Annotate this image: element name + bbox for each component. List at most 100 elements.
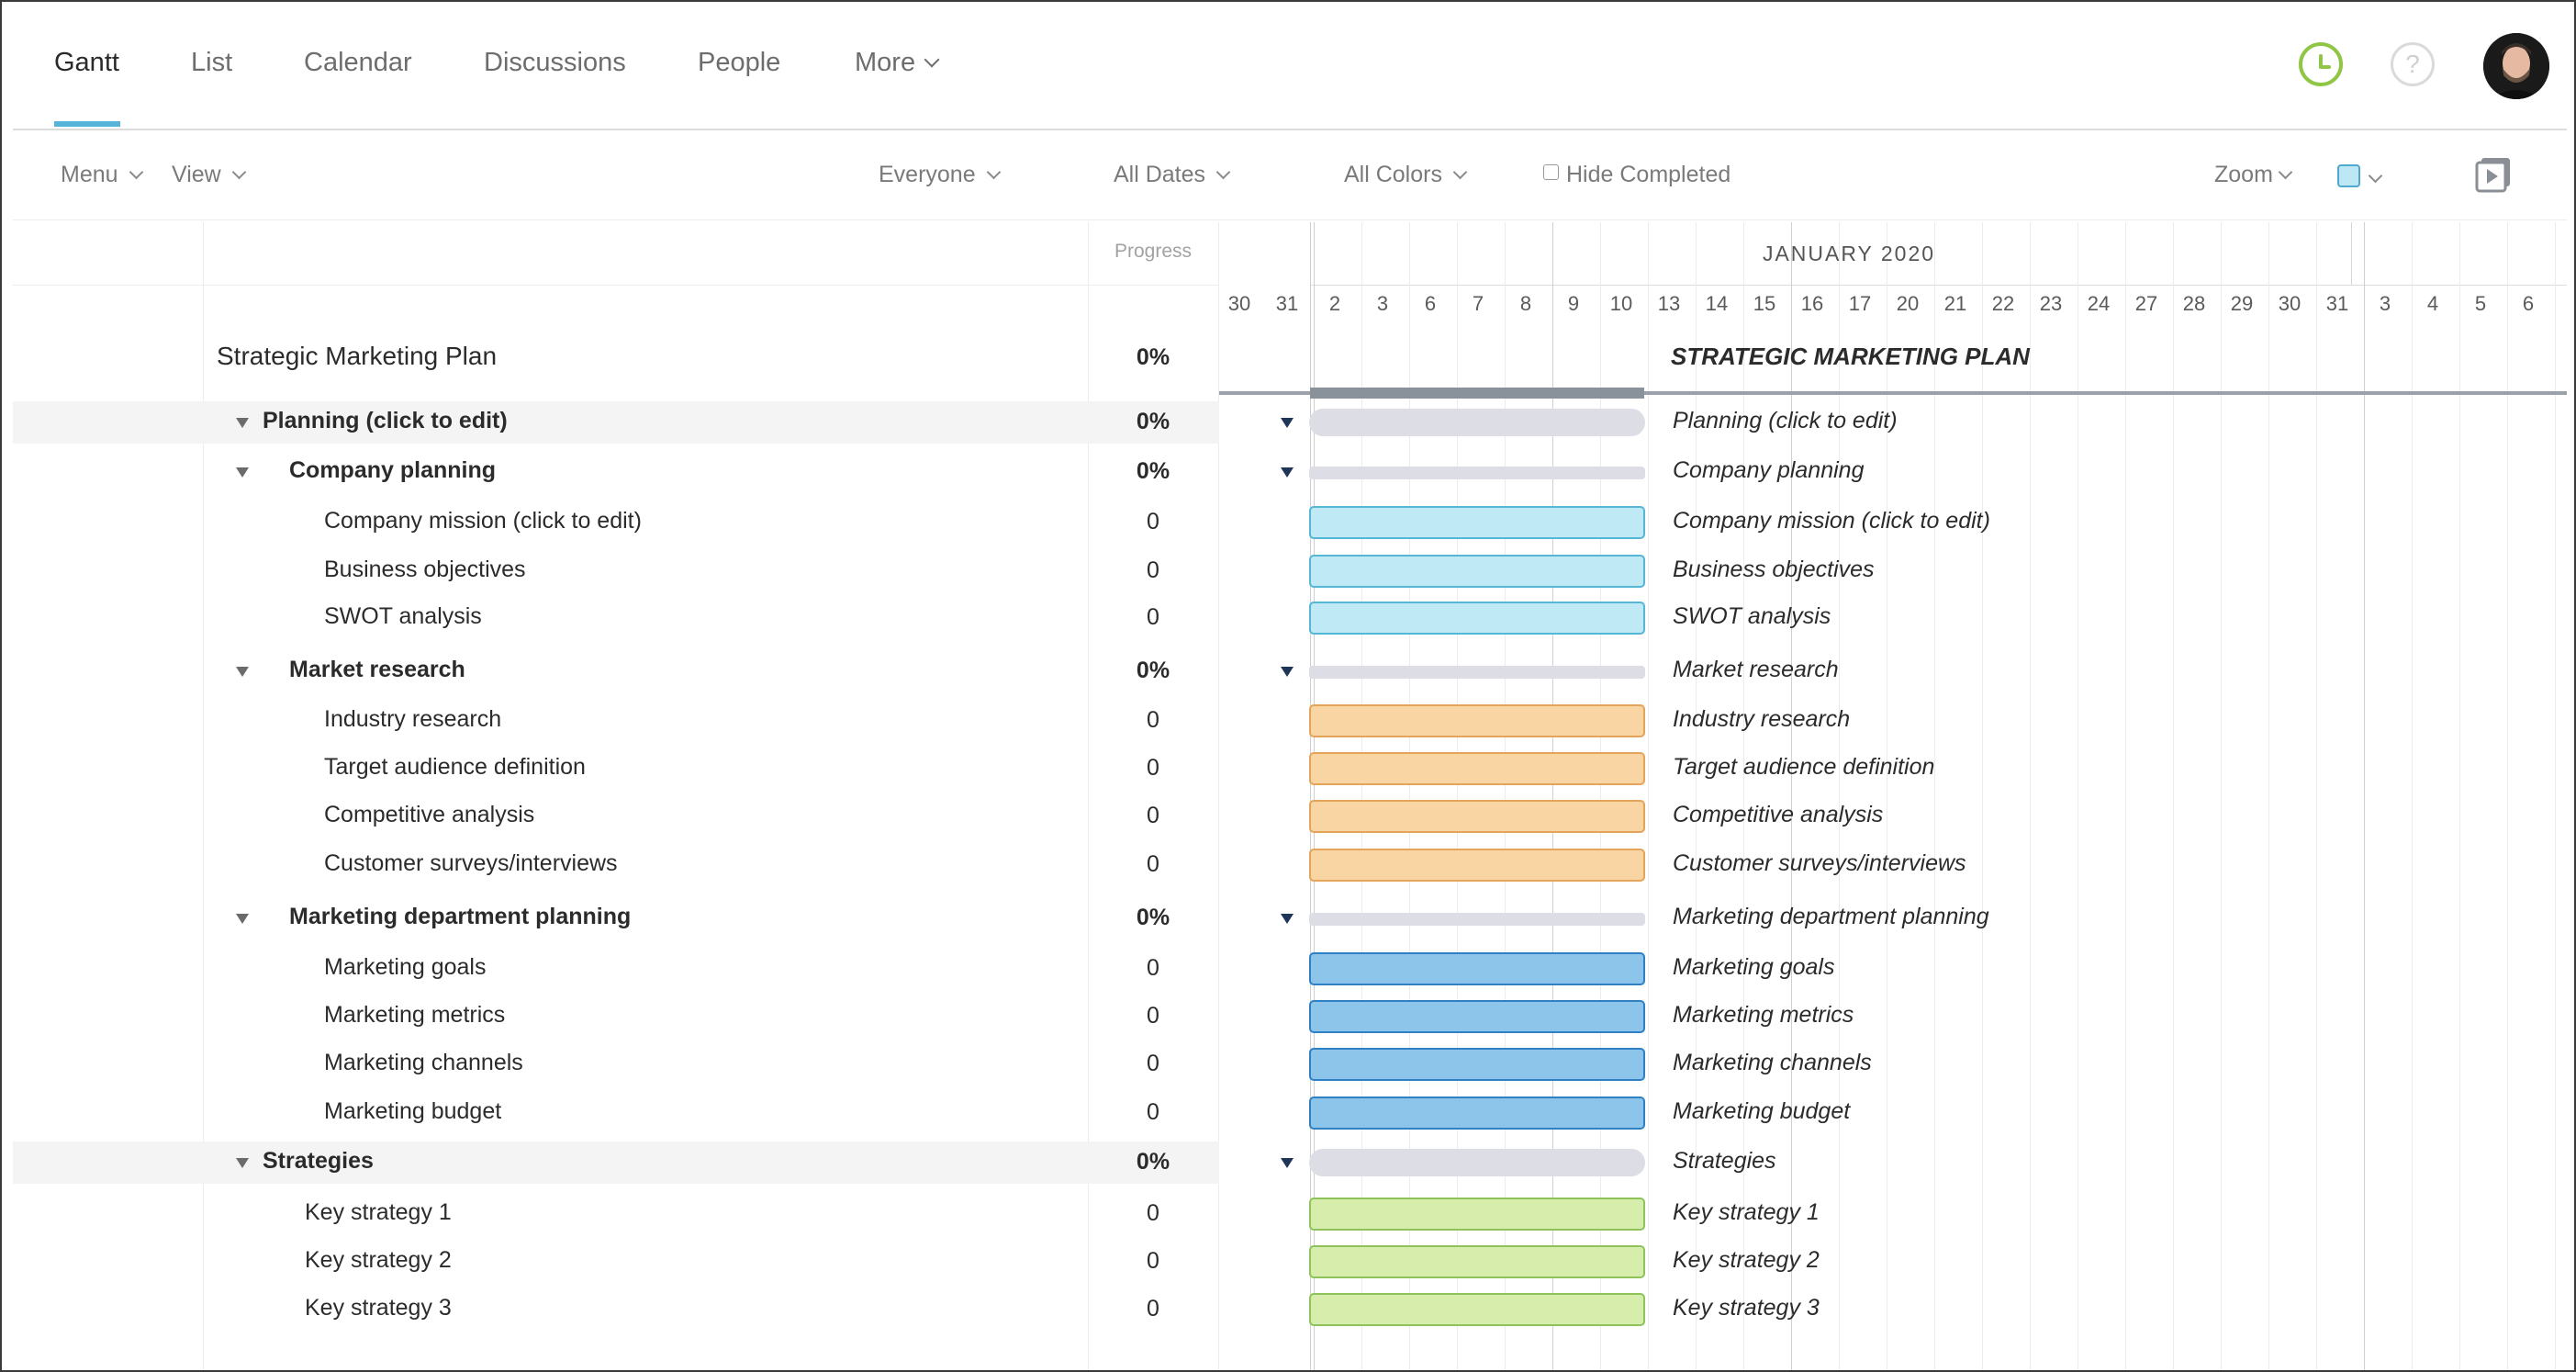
task-bar[interactable] xyxy=(1309,1293,1645,1326)
chevron-down-icon xyxy=(1452,164,1468,180)
dates-filter-label: All Dates xyxy=(1114,162,1206,187)
task-name[interactable]: Marketing goals xyxy=(324,954,486,981)
task-bar[interactable] xyxy=(1309,555,1645,588)
zoom-dropdown-label: Zoom xyxy=(2214,162,2273,187)
colors-filter[interactable]: All Colors xyxy=(1344,162,1468,188)
tab-more-label: More xyxy=(855,48,916,77)
task-name[interactable]: SWOT analysis xyxy=(324,603,482,630)
tab-more[interactable]: More xyxy=(855,48,940,78)
task-progress: 0% xyxy=(1136,458,1170,484)
day-label: 23 xyxy=(2039,292,2063,315)
day-label: 6 xyxy=(1424,292,1437,315)
task-name[interactable]: Planning (click to edit) xyxy=(263,408,508,434)
task-name[interactable]: Customer surveys/interviews xyxy=(324,850,618,877)
task-bar[interactable] xyxy=(1309,1048,1645,1081)
task-bar[interactable] xyxy=(1309,506,1645,539)
tab-list[interactable]: List xyxy=(191,48,232,78)
tab-people[interactable]: People xyxy=(698,48,780,78)
task-name[interactable]: Market research xyxy=(289,657,465,683)
task-bar-label: Marketing budget xyxy=(1673,1098,1851,1124)
project-bar-label: STRATEGIC MARKETING PLAN xyxy=(1671,343,2030,370)
task-name[interactable]: Company planning xyxy=(289,457,496,484)
play-icon[interactable] xyxy=(2475,156,2512,193)
task-progress: 0 xyxy=(1147,1099,1159,1125)
avatar[interactable] xyxy=(2483,33,2549,99)
triangle-down-icon[interactable] xyxy=(1281,1158,1294,1168)
task-name[interactable]: Strategies xyxy=(263,1148,374,1175)
tab-gantt[interactable]: Gantt xyxy=(54,48,119,78)
everyone-filter[interactable]: Everyone xyxy=(879,162,1001,188)
tab-discussions[interactable]: Discussions xyxy=(484,48,626,78)
color-swatch[interactable] xyxy=(2337,164,2360,187)
colors-filter-label: All Colors xyxy=(1344,162,1442,187)
help-icon[interactable]: ? xyxy=(2391,42,2435,86)
task-progress: 0 xyxy=(1147,1200,1159,1226)
task-bar[interactable] xyxy=(1309,704,1645,737)
triangle-down-icon[interactable] xyxy=(1281,418,1294,428)
project-name[interactable]: Strategic Marketing Plan xyxy=(217,342,497,371)
color-dropdown[interactable] xyxy=(2368,165,2383,192)
task-name[interactable]: Key strategy 1 xyxy=(305,1199,452,1226)
task-name[interactable]: Marketing department planning xyxy=(289,904,631,930)
triangle-down-icon[interactable] xyxy=(236,667,249,677)
view-dropdown[interactable]: View xyxy=(172,162,247,188)
hide-completed-toggle[interactable]: Hide Completed xyxy=(1543,162,1730,188)
task-name[interactable]: Marketing metrics xyxy=(324,1002,505,1029)
task-bar[interactable] xyxy=(1309,1245,1645,1278)
triangle-down-icon[interactable] xyxy=(236,467,249,478)
zoom-dropdown[interactable]: Zoom xyxy=(2214,162,2293,188)
task-progress: 0 xyxy=(1147,851,1159,877)
task-bar[interactable] xyxy=(1309,602,1645,635)
task-name[interactable]: Industry research xyxy=(324,706,501,733)
day-label: 24 xyxy=(2087,292,2111,315)
task-bar-label: Strategies xyxy=(1673,1148,1776,1174)
triangle-down-icon[interactable] xyxy=(236,914,249,924)
task-name[interactable]: Business objectives xyxy=(324,557,526,583)
hide-completed-checkbox[interactable] xyxy=(1543,164,1559,180)
task-bar[interactable] xyxy=(1309,1096,1645,1130)
task-progress: 0 xyxy=(1147,509,1159,534)
task-bar[interactable] xyxy=(1309,800,1645,833)
dates-filter[interactable]: All Dates xyxy=(1114,162,1231,188)
triangle-down-icon[interactable] xyxy=(1281,914,1294,924)
triangle-down-icon[interactable] xyxy=(1281,467,1294,478)
task-name[interactable]: Key strategy 3 xyxy=(305,1295,452,1321)
task-bar[interactable] xyxy=(1309,1000,1645,1033)
task-name[interactable]: Marketing channels xyxy=(324,1050,523,1076)
summary-bar[interactable] xyxy=(1309,1149,1645,1176)
task-bar[interactable] xyxy=(1309,1198,1645,1231)
day-label: 30 xyxy=(1227,292,1251,315)
chevron-down-icon xyxy=(2368,168,2383,184)
task-progress: 0 xyxy=(1147,604,1159,630)
task-bar-label: Key strategy 2 xyxy=(1673,1247,1820,1273)
task-bar[interactable] xyxy=(1309,752,1645,785)
task-bar[interactable] xyxy=(1309,952,1645,985)
menu-dropdown[interactable]: Menu xyxy=(61,162,143,188)
project-progress: 0% xyxy=(1136,344,1170,370)
summary-bar[interactable] xyxy=(1309,666,1645,679)
tab-calendar[interactable]: Calendar xyxy=(304,48,412,78)
triangle-down-icon[interactable] xyxy=(236,1158,249,1168)
task-progress: 0 xyxy=(1147,755,1159,781)
task-name[interactable]: Target audience definition xyxy=(324,754,586,781)
summary-bar[interactable] xyxy=(1309,913,1645,926)
day-label: 14 xyxy=(1705,292,1729,315)
task-bar-label: Marketing goals xyxy=(1673,954,1835,980)
task-name[interactable]: Competitive analysis xyxy=(324,802,534,828)
day-label: 31 xyxy=(1275,292,1299,315)
clock-icon[interactable] xyxy=(2299,42,2343,86)
toolbar: Menu View Everyone All Dates All Colors … xyxy=(13,132,2567,220)
day-label: 2 xyxy=(1328,292,1341,315)
triangle-down-icon[interactable] xyxy=(236,418,249,428)
task-name[interactable]: Company mission (click to edit) xyxy=(324,508,642,534)
summary-bar[interactable] xyxy=(1309,409,1645,436)
task-name[interactable]: Key strategy 2 xyxy=(305,1247,452,1274)
summary-bar[interactable] xyxy=(1309,467,1645,479)
top-nav: Gantt List Calendar Discussions People M… xyxy=(13,2,2567,130)
task-bar-label: Company planning xyxy=(1673,457,1865,483)
triangle-down-icon[interactable] xyxy=(1281,667,1294,677)
project-bar-span[interactable] xyxy=(1310,388,1644,399)
task-bar[interactable] xyxy=(1309,849,1645,882)
task-name[interactable]: Marketing budget xyxy=(324,1098,501,1125)
header-divider xyxy=(1310,285,2567,286)
